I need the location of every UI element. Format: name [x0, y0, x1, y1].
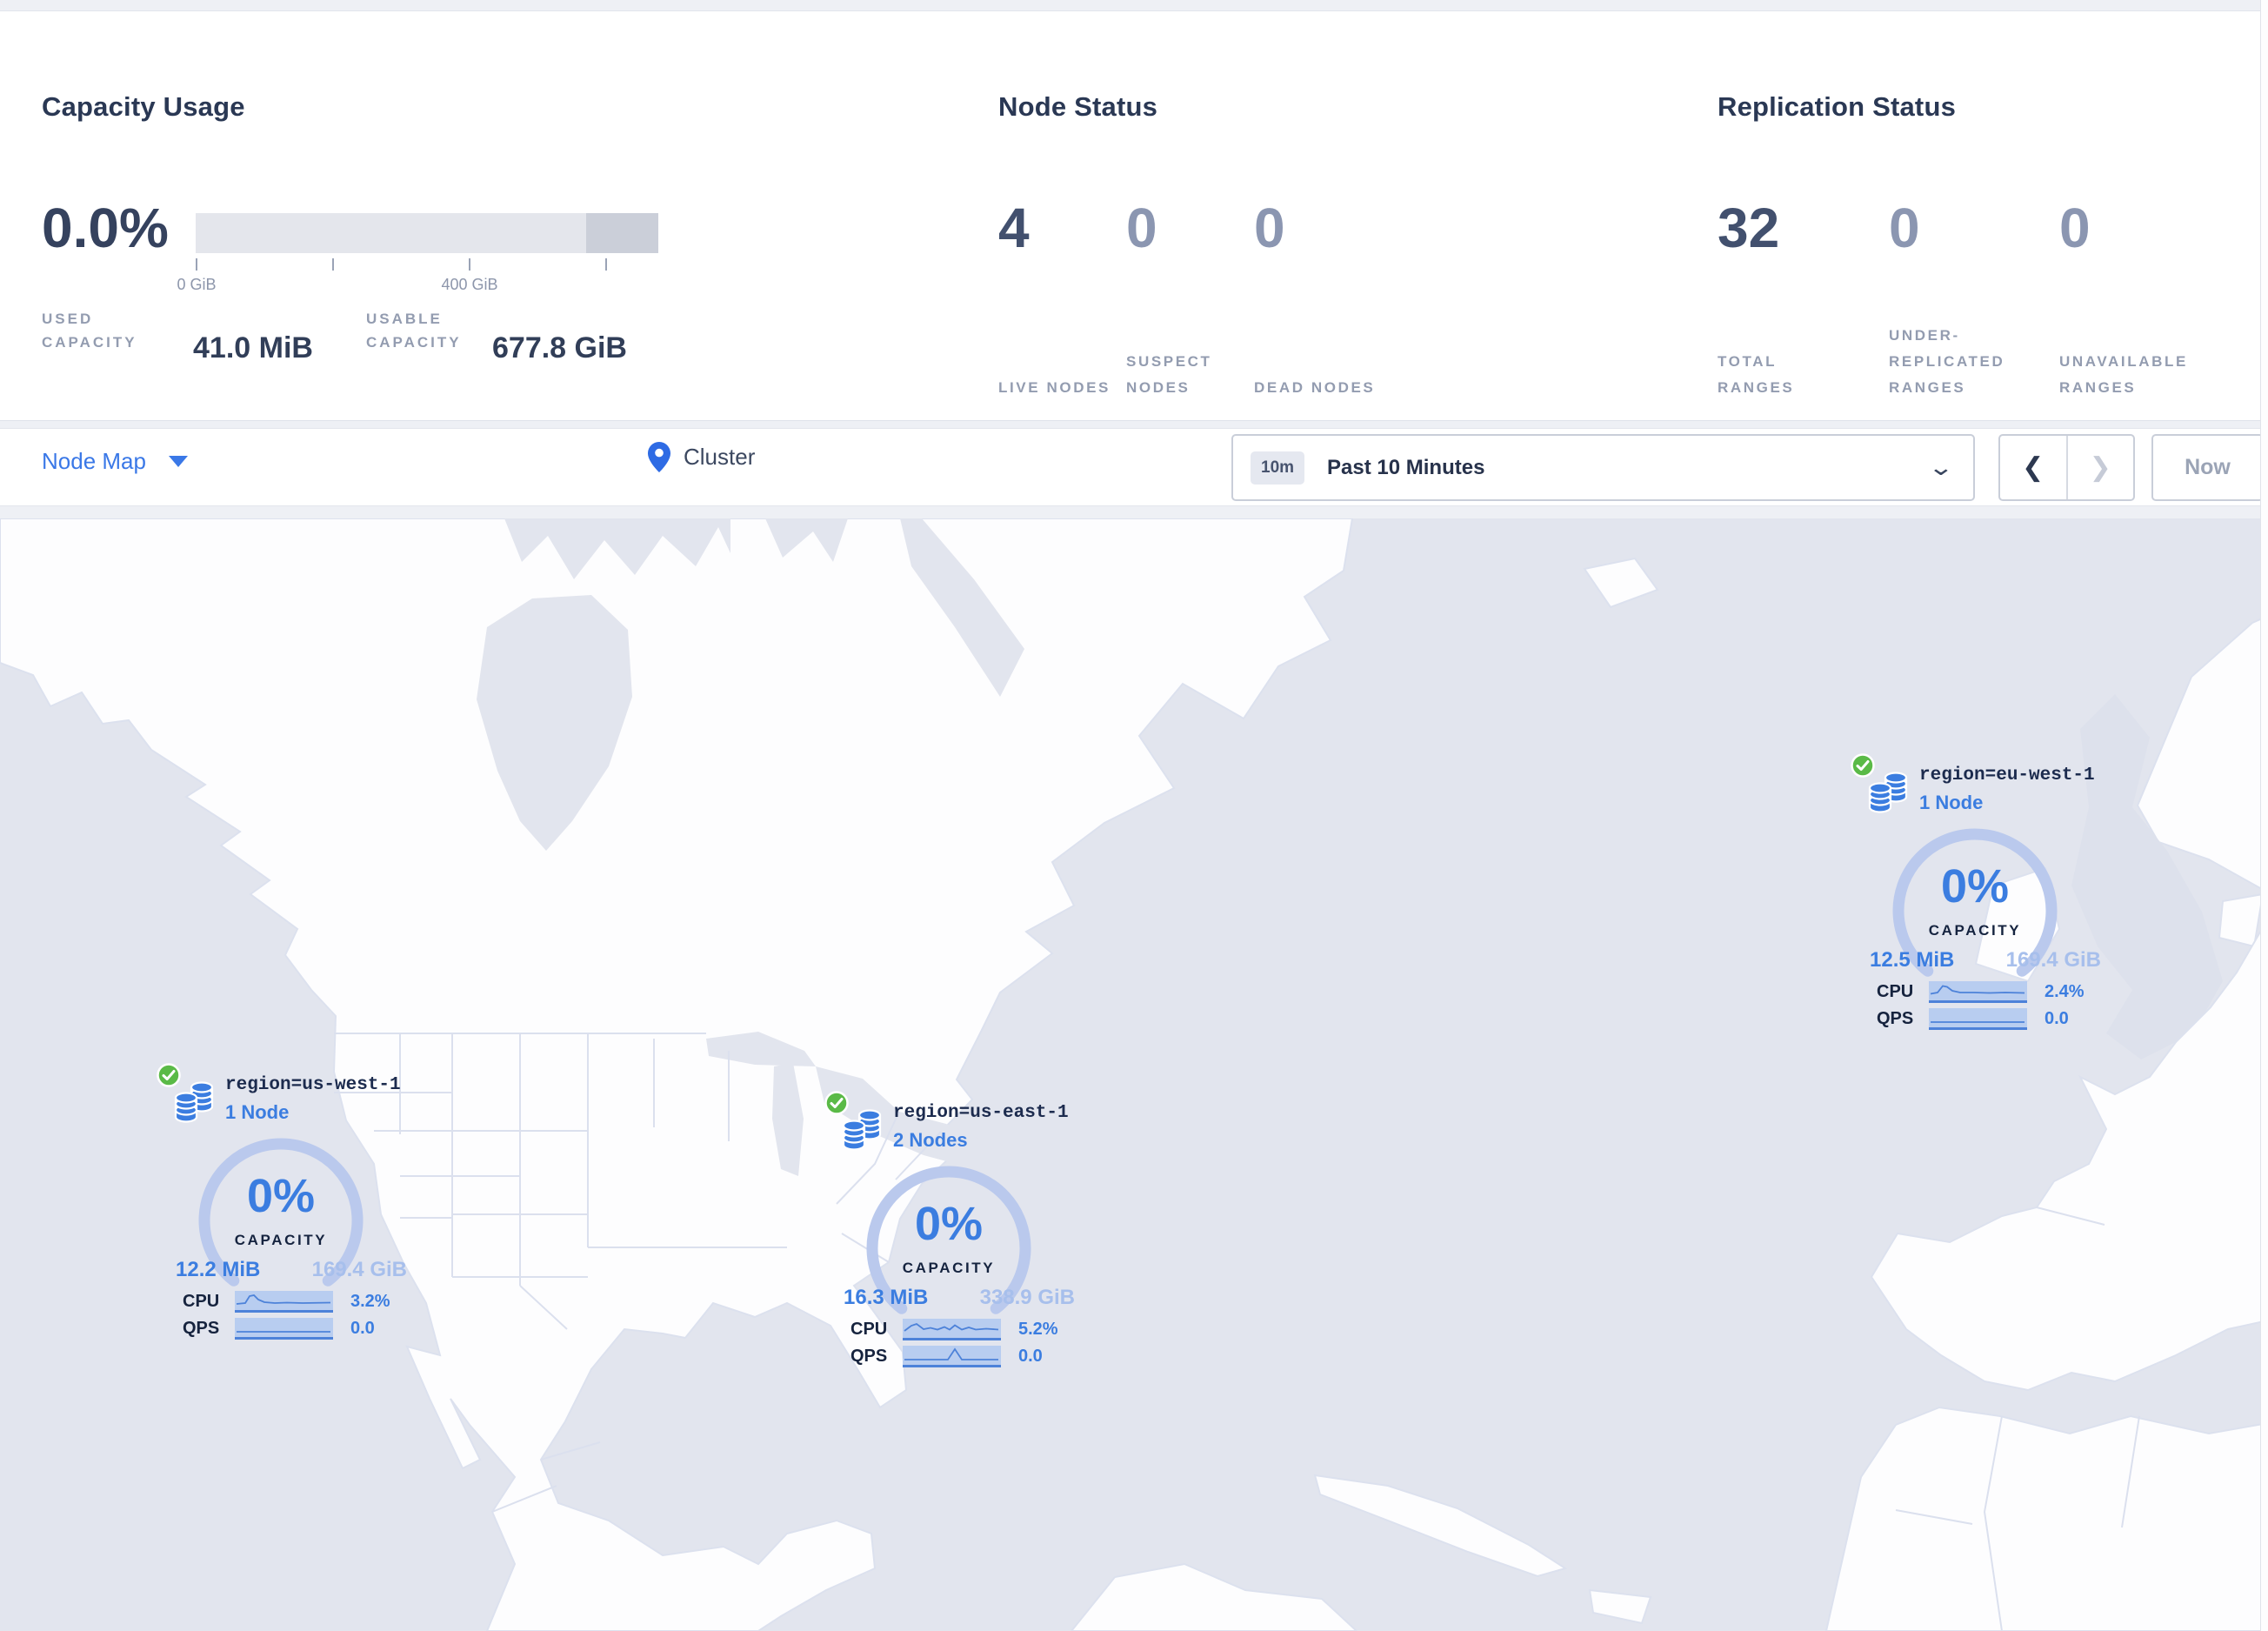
qps-sparkline [235, 1317, 333, 1340]
qps-value: 0.0 [2045, 1008, 2069, 1028]
qps-sparkline [1929, 1007, 2027, 1030]
database-stack-icon [842, 1109, 882, 1151]
region-marker-eu-west-1[interactable]: region=eu-west-1 1 Node 0% CAPACITY 12.5… [1849, 753, 2110, 1040]
qps-label: QPS [850, 1346, 888, 1366]
capacity-axis-label-0: 0 GiB [177, 276, 217, 293]
dead-nodes-label: DEAD NODES [1254, 379, 1376, 396]
location-pin-icon [648, 442, 670, 472]
region-node-count: 1 Node [1919, 792, 1984, 813]
qps-value: 0.0 [350, 1318, 375, 1338]
region-capacity-percent: 0% [1940, 860, 2010, 912]
region-used-capacity: 16.3 MiB [844, 1286, 929, 1309]
region-total-capacity: 169.4 GiB [311, 1258, 407, 1281]
region-marker-us-east-1[interactable]: region=us-east-1 2 Nodes 0% CAPACITY 16.… [823, 1091, 1084, 1378]
region-total-capacity: 169.4 GiB [2005, 948, 2101, 972]
database-stack-icon [174, 1081, 214, 1123]
capacity-usage-percent: 0.0% [42, 197, 169, 259]
usable-capacity-value: 677.8 GiB [492, 331, 627, 364]
cockroachdb-cluster-overview: Capacity Usage 0.0% 0 GiB 400 GiB USED C… [0, 0, 2268, 1631]
region-node-count: 2 Nodes [893, 1129, 968, 1151]
capacity-axis-tick [196, 258, 197, 271]
capacity-axis-tick [332, 258, 334, 271]
suspect-nodes-label: SUSPECT NODES [1126, 353, 1212, 396]
capacity-usage-bar [196, 213, 658, 253]
region-used-capacity: 12.2 MiB [176, 1258, 261, 1281]
region-capacity-label: CAPACITY [234, 1232, 328, 1248]
time-window-next-button[interactable]: ❯ [2068, 436, 2134, 499]
suspect-nodes-value: 0 [1126, 197, 1157, 259]
unavailable-ranges-metric: 0 UNAVAILABLE RANGES [2059, 196, 2185, 396]
page-right-edge [2260, 0, 2268, 1631]
time-range-badge: 10m [1251, 451, 1305, 485]
chevron-down-icon [168, 456, 188, 467]
capacity-usage-title: Capacity Usage [42, 90, 245, 122]
cpu-sparkline [903, 1318, 1001, 1340]
cpu-value: 2.4% [2045, 981, 2085, 1001]
database-stack-icon [1868, 772, 1908, 813]
unavailable-ranges-label: UNAVAILABLE RANGES [2059, 353, 2188, 396]
node-map-canvas: region=us-west-1 1 Node 0% CAPACITY 12.2… [0, 518, 2268, 1631]
region-capacity-label: CAPACITY [902, 1260, 996, 1276]
chevron-down-icon: ⌄ [1927, 454, 1955, 480]
cpu-label: CPU [183, 1291, 220, 1311]
cpu-value: 5.2% [1018, 1319, 1058, 1339]
capacity-axis-label-400: 400 GiB [441, 276, 498, 293]
view-selector-label: Node Map [42, 448, 146, 474]
dead-nodes-metric: 0 DEAD NODES [1254, 196, 1373, 396]
breadcrumb-label: Cluster [684, 444, 756, 470]
cpu-label: CPU [1877, 981, 1914, 1001]
capacity-usage-bar-reserved-segment [586, 213, 658, 253]
time-range-selector[interactable]: 10m Past 10 Minutes ⌄ [1231, 434, 1975, 501]
qps-sparkline [903, 1345, 1001, 1367]
total-ranges-value: 32 [1718, 197, 1780, 259]
view-selector-dropdown[interactable]: Node Map [42, 448, 188, 475]
live-nodes-metric: 4 LIVE NODES [998, 196, 1108, 396]
capacity-axis-tick [469, 258, 470, 271]
dead-nodes-value: 0 [1254, 197, 1285, 259]
region-capacity-percent: 0% [246, 1170, 316, 1222]
cpu-label: CPU [850, 1319, 888, 1339]
total-ranges-metric: 32 TOTAL RANGES [1718, 196, 1792, 396]
time-window-now-button[interactable]: Now [2151, 434, 2264, 501]
used-capacity-label: USED CAPACITY [42, 311, 137, 351]
region-capacity-percent: 0% [914, 1198, 984, 1250]
region-marker-us-west-1[interactable]: region=us-west-1 1 Node 0% CAPACITY 12.2… [155, 1063, 416, 1350]
qps-label: QPS [183, 1318, 220, 1338]
region-name: region=us-east-1 [893, 1103, 1069, 1123]
usable-capacity-label: USABLE CAPACITY [366, 311, 462, 351]
used-capacity-value: 41.0 MiB [193, 331, 313, 364]
suspect-nodes-metric: 0 SUSPECT NODES [1126, 196, 1210, 396]
under-replicated-ranges-label: UNDER-REPLICATED RANGES [1889, 327, 2005, 396]
under-replicated-ranges-metric: 0 UNDER-REPLICATED RANGES [1889, 196, 2003, 396]
cluster-summary-bar: Capacity Usage 0.0% 0 GiB 400 GiB USED C… [0, 10, 2268, 421]
cpu-sparkline [1929, 980, 2027, 1003]
time-range-label: Past 10 Minutes [1327, 455, 1485, 479]
qps-value: 0.0 [1018, 1346, 1043, 1366]
live-nodes-value: 4 [998, 197, 1030, 259]
region-total-capacity: 338.9 GiB [979, 1286, 1075, 1309]
region-node-count: 1 Node [225, 1101, 290, 1123]
replication-status-title: Replication Status [1718, 90, 1957, 122]
live-nodes-label: LIVE NODES [998, 379, 1111, 396]
qps-label: QPS [1877, 1008, 1914, 1028]
cpu-sparkline [235, 1290, 333, 1313]
node-status-title: Node Status [998, 90, 1158, 122]
time-window-nav: ❮ ❯ [1998, 434, 2135, 501]
under-replicated-ranges-value: 0 [1889, 197, 1920, 259]
region-name: region=us-west-1 [225, 1075, 401, 1095]
region-used-capacity: 12.5 MiB [1870, 948, 1955, 972]
region-capacity-label: CAPACITY [1928, 922, 2022, 939]
cpu-value: 3.2% [350, 1291, 390, 1311]
time-window-prev-button[interactable]: ❮ [2000, 436, 2068, 499]
capacity-axis-tick [605, 258, 607, 271]
region-name: region=eu-west-1 [1919, 765, 2095, 785]
unavailable-ranges-value: 0 [2059, 197, 2091, 259]
breadcrumb-cluster[interactable]: Cluster [647, 441, 755, 473]
total-ranges-label: TOTAL RANGES [1718, 353, 1795, 396]
map-toolbar: Node Map Cluster 10m Past 10 Minutes ⌄ ❮… [0, 428, 2268, 506]
